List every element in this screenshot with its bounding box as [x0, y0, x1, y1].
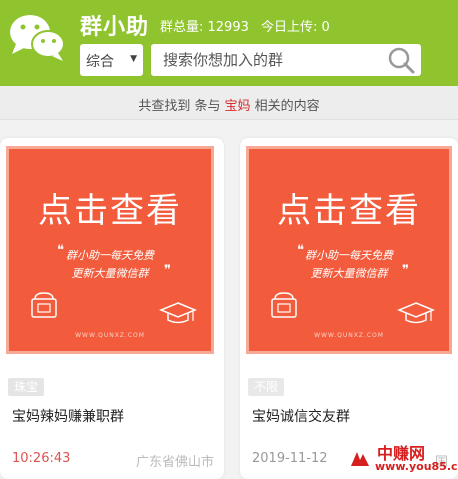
stats-text: 群总量: 12993 今日上传: 0	[160, 16, 338, 35]
category-select-value: 综合	[86, 54, 114, 70]
wechat-logo-icon	[10, 15, 65, 61]
dropdown-arrow-icon: ▼	[130, 54, 137, 64]
graduation-cap-icon	[397, 302, 435, 324]
graduation-cap-icon	[159, 302, 197, 324]
result-summary: 共查找到 条与 宝妈 相关的内容	[0, 86, 458, 120]
group-poster[interactable]: 点击查看 ❝ 群小助一每天免费 更新大量微信群 ❞ WWW.QUNXZ.COM	[6, 146, 214, 354]
poster-subtitle: 群小助一每天免费 更新大量微信群	[9, 247, 211, 283]
poster-title: 点击查看	[38, 191, 182, 231]
app-title: 群小助	[80, 15, 150, 40]
poster-subtitle: 群小助一每天免费 更新大量微信群	[249, 247, 449, 283]
search-input[interactable]	[163, 51, 373, 69]
watermark-logo-icon	[351, 452, 369, 466]
watermark-url: www.you85.com	[375, 460, 458, 473]
group-card[interactable]: 点击查看 ❝ 群小助一每天免费 更新大量微信群 ❞ WWW.QUNXZ.COM …	[240, 138, 458, 479]
group-card[interactable]: 点击查看 ❝ 群小助一每天免费 更新大量微信群 ❞ WWW.QUNXZ.COM …	[0, 138, 224, 479]
poster-line-1: 群小助一每天免费	[305, 249, 393, 262]
summary-keyword: 宝妈	[224, 99, 251, 114]
group-name[interactable]: 宝妈诚信交友群	[252, 406, 350, 426]
group-location: 广东省佛山市	[135, 455, 214, 470]
site-watermark: 中赚网 www.you85.com	[347, 440, 458, 476]
telephone-icon	[271, 292, 297, 318]
poster-url: WWW.QUNXZ.COM	[314, 332, 384, 339]
upload-time: 10:26:43	[12, 451, 71, 466]
search-box	[151, 44, 421, 76]
category-tag: 不限	[248, 378, 285, 396]
category-select[interactable]: 综合 ▼	[80, 44, 143, 76]
poster-url: WWW.QUNXZ.COM	[75, 332, 145, 339]
poster-line-1: 群小助一每天免费	[66, 249, 154, 262]
header-bar: 群小助 群总量: 12993 今日上传: 0 综合 ▼	[0, 0, 458, 86]
category-tag: 珠宝	[8, 378, 45, 396]
quote-close-icon: ❞	[164, 263, 171, 278]
summary-prefix: 共查找到 条与	[138, 99, 221, 114]
poster-line-2: 更新大量微信群	[71, 267, 149, 280]
poster-line-2: 更新大量微信群	[310, 267, 388, 280]
quote-close-icon: ❞	[402, 263, 409, 278]
summary-suffix: 相关的内容	[254, 99, 320, 114]
telephone-icon	[31, 292, 57, 318]
upload-time: 2019-11-12	[252, 451, 328, 466]
stats-today: 今日上传: 0	[261, 20, 330, 35]
search-icon[interactable]	[385, 46, 417, 74]
poster-title: 点击查看	[277, 191, 421, 231]
group-name[interactable]: 宝妈辣妈赚兼职群	[12, 406, 124, 426]
stats-total: 群总量: 12993	[160, 20, 249, 35]
group-poster[interactable]: 点击查看 ❝ 群小助一每天免费 更新大量微信群 ❞ WWW.QUNXZ.COM	[246, 146, 452, 354]
